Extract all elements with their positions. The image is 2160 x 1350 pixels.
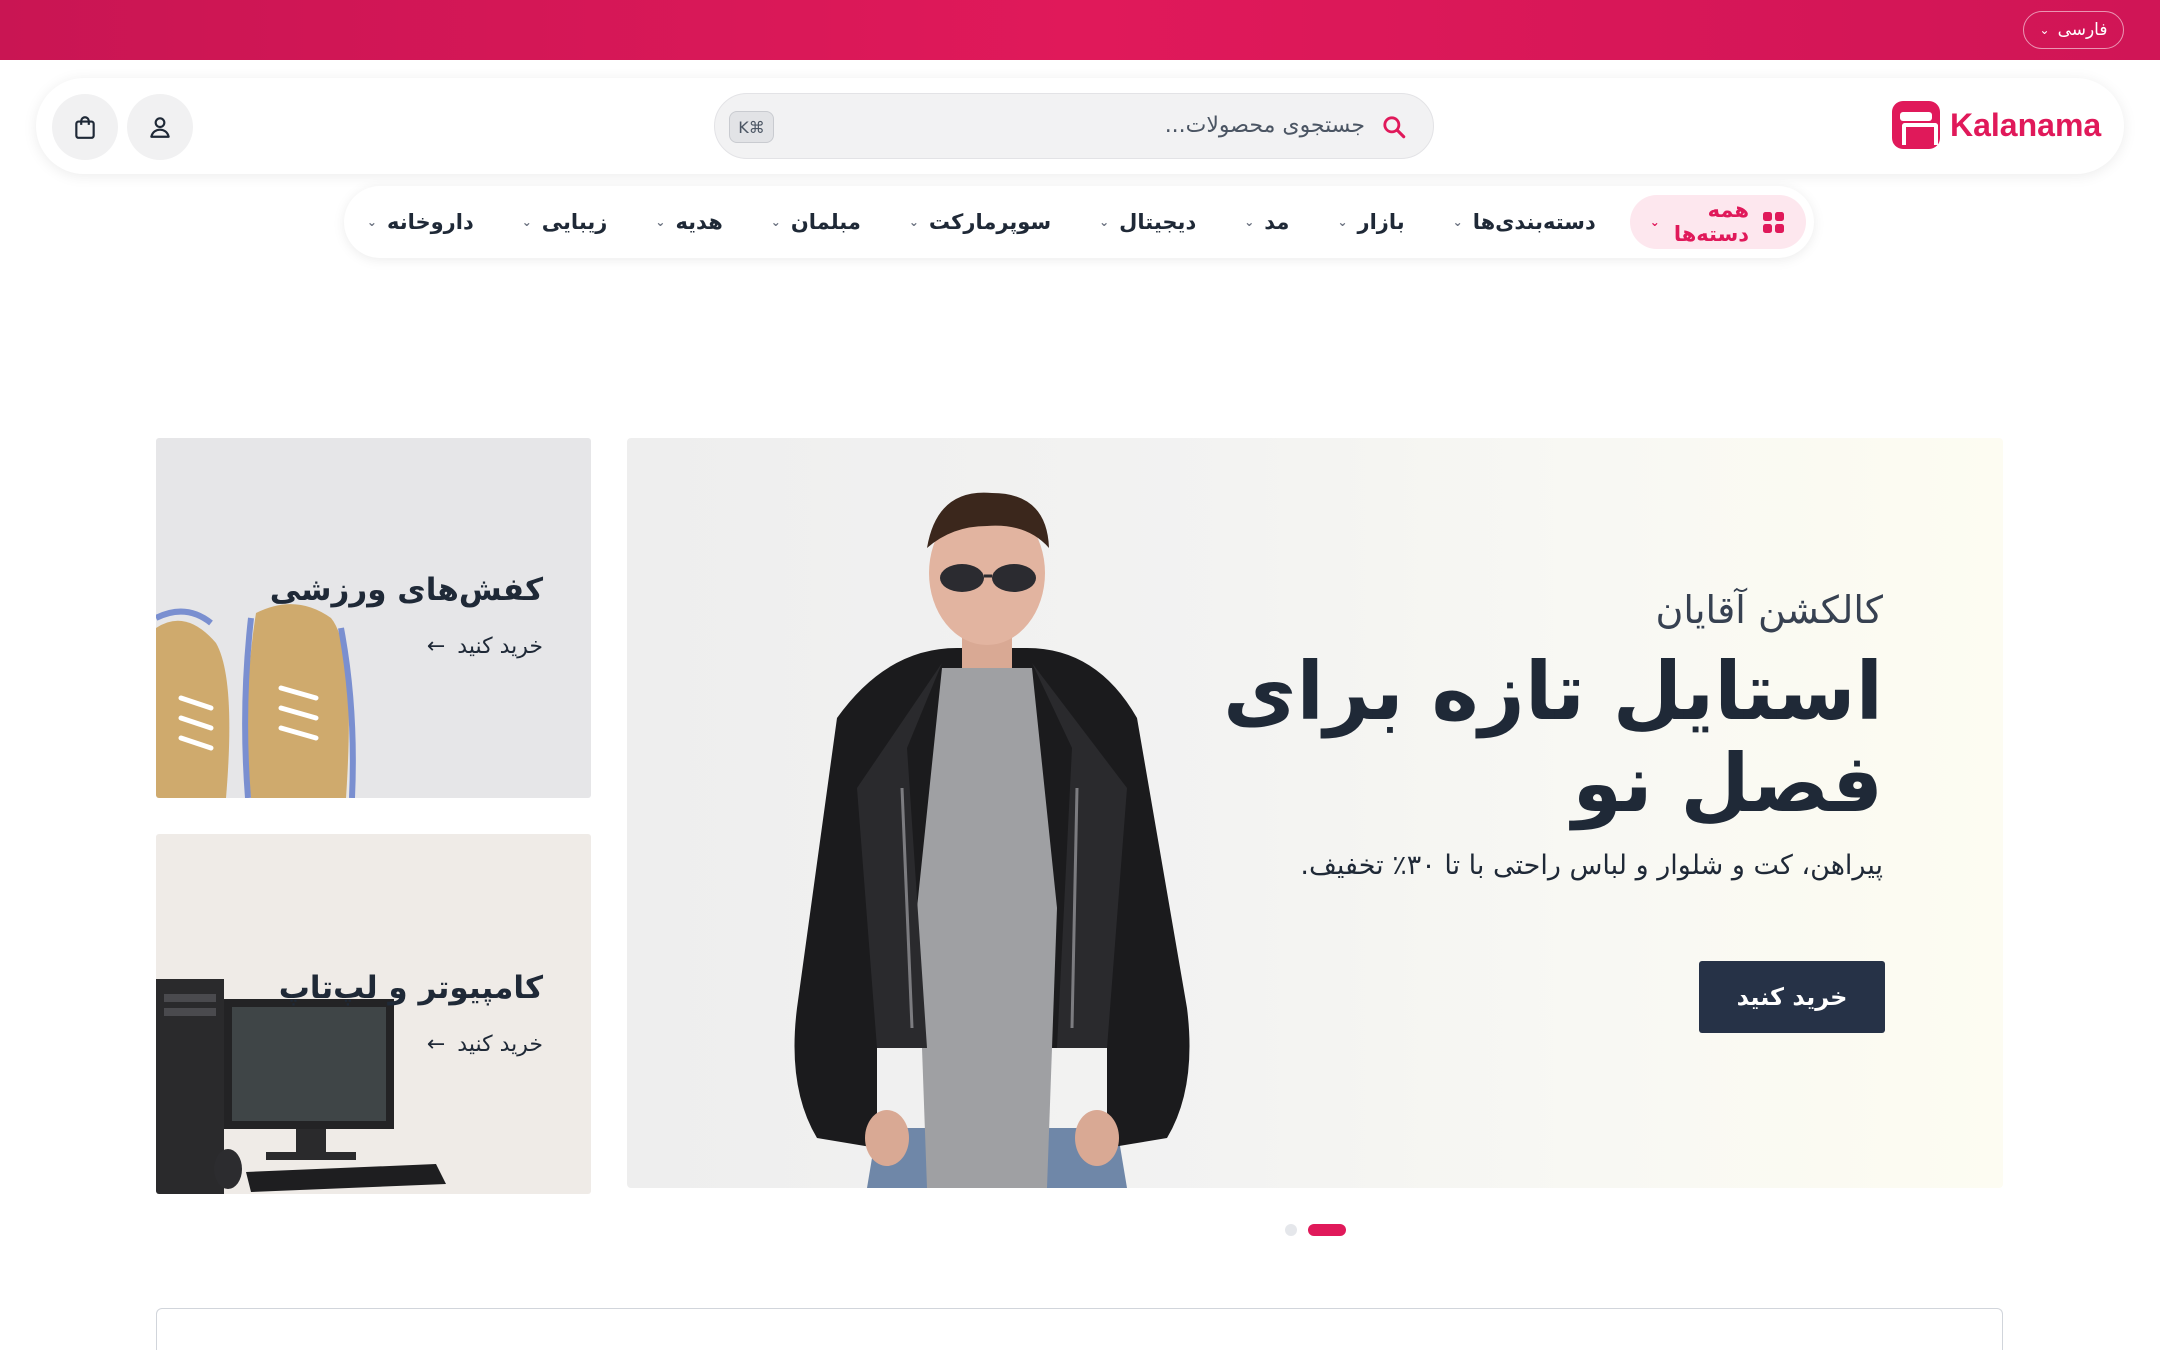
chevron-down-icon: ⌄ <box>366 215 377 229</box>
nav-item-categories[interactable]: دسته‌بندی‌ها ⌄ <box>1453 210 1596 234</box>
nav-item-digital[interactable]: دیجیتال ⌄ <box>1099 210 1196 234</box>
promo-card-link[interactable]: خرید کنید ← <box>427 1032 543 1057</box>
arrow-left-icon: ← <box>426 1032 446 1057</box>
hero-subtitle: کالکشن آقایان <box>1655 588 1884 632</box>
carousel-dot[interactable] <box>1285 1224 1297 1236</box>
computer-image <box>156 979 446 1194</box>
nav-item-pharmacy[interactable]: داروخانه ⌄ <box>367 210 474 234</box>
top-bar: ⌄ فارسی <box>0 0 2160 60</box>
search-input[interactable] <box>805 94 1365 157</box>
promo-card-sneakers[interactable]: کفش‌های ورزشی خرید کنید ← <box>156 438 591 798</box>
promo-card-computers[interactable]: کامپیوتر و لپ‌تاپ خرید کنید ← <box>156 834 591 1194</box>
chevron-down-icon: ⌄ <box>1244 215 1255 229</box>
logo-text: Kalanama <box>1950 106 2102 143</box>
nav-item-supermarket[interactable]: سوپرمارکت ⌄ <box>909 210 1051 234</box>
user-icon <box>150 117 170 138</box>
chevron-down-icon: ⌄ <box>770 215 781 229</box>
chevron-down-icon: ⌄ <box>2039 23 2050 37</box>
shopping-bag-icon <box>75 116 95 139</box>
chevron-down-icon: ⌄ <box>521 215 532 229</box>
hero-title: استایل تازه برای فصل نو <box>1223 646 1883 830</box>
grid-icon <box>1763 211 1784 233</box>
hero-description: پیراهن، کت و شلوار و لباس راحتی با تا ۳۰… <box>1300 850 1883 881</box>
store-icon <box>1892 101 1940 149</box>
nav-item-label: مد <box>1264 210 1290 234</box>
search-bar: K⌘ <box>714 93 1434 159</box>
promo-card-title: کامپیوتر و لپ‌تاپ <box>278 970 543 1006</box>
chevron-down-icon: ⌄ <box>1337 215 1348 229</box>
language-selector[interactable]: ⌄ فارسی <box>2023 11 2124 49</box>
carousel-dot-active[interactable] <box>1308 1224 1346 1236</box>
hero-text-block: کالکشن آقایان استایل تازه برای فصل نو پی… <box>1223 588 1883 881</box>
nav-item-label: مبلمان <box>790 210 861 234</box>
logo[interactable]: Kalanama <box>1892 101 2101 149</box>
nav-item-label: هدیه <box>675 210 723 234</box>
all-categories-button[interactable]: همه دسته‌ها ⌄ <box>1629 195 1806 249</box>
promo-card-link-label: خرید کنید <box>457 634 543 659</box>
keyboard-shortcut-badge: K⌘ <box>729 111 774 143</box>
chevron-down-icon: ⌄ <box>1649 215 1660 229</box>
account-button[interactable] <box>127 94 193 160</box>
nav-item-label: دیجیتال <box>1119 210 1197 234</box>
search-icon[interactable] <box>1381 114 1407 140</box>
language-label: فارسی <box>2057 20 2108 40</box>
nav-item-beauty[interactable]: زیبایی ⌄ <box>522 210 608 234</box>
hero-model-image <box>794 492 1190 1188</box>
hero-shop-button[interactable]: خرید کنید <box>1699 961 1885 1033</box>
nav-item-furniture[interactable]: مبلمان ⌄ <box>771 210 861 234</box>
hero-title-line1: استایل تازه برای <box>1223 645 1883 738</box>
hero-title-line2: فصل نو <box>1572 737 1883 830</box>
chevron-down-icon: ⌄ <box>655 215 666 229</box>
hero-banner: کالکشن آقایان استایل تازه برای فصل نو پی… <box>627 438 2003 1188</box>
nav-item-label: دسته‌بندی‌ها <box>1472 210 1596 234</box>
chevron-down-icon: ⌄ <box>908 215 919 229</box>
arrow-left-icon: ← <box>426 634 446 659</box>
sneakers-image <box>156 604 356 798</box>
cart-button[interactable] <box>52 94 118 160</box>
nav-item-fashion[interactable]: مد ⌄ <box>1244 210 1289 234</box>
nav-item-bazaar[interactable]: بازار ⌄ <box>1337 210 1404 234</box>
nav-item-gift[interactable]: هدیه ⌄ <box>655 210 722 234</box>
nav-item-label: زیبایی <box>541 210 608 234</box>
nav-item-label: داروخانه <box>386 210 474 234</box>
chevron-down-icon: ⌄ <box>1099 215 1110 229</box>
promo-card-title: کفش‌های ورزشی <box>269 572 543 608</box>
nav-item-label: بازار <box>1357 210 1405 234</box>
chevron-down-icon: ⌄ <box>1452 215 1463 229</box>
all-categories-label: همه دسته‌ها <box>1673 198 1749 246</box>
next-section-container <box>156 1308 2003 1350</box>
category-nav: همه دسته‌ها ⌄ دسته‌بندی‌ها ⌄ بازار ⌄ مد ⌄ د… <box>344 186 1814 258</box>
promo-card-link[interactable]: خرید کنید ← <box>427 634 543 659</box>
promo-card-link-label: خرید کنید <box>457 1032 543 1057</box>
nav-item-label: سوپرمارکت <box>928 210 1052 234</box>
